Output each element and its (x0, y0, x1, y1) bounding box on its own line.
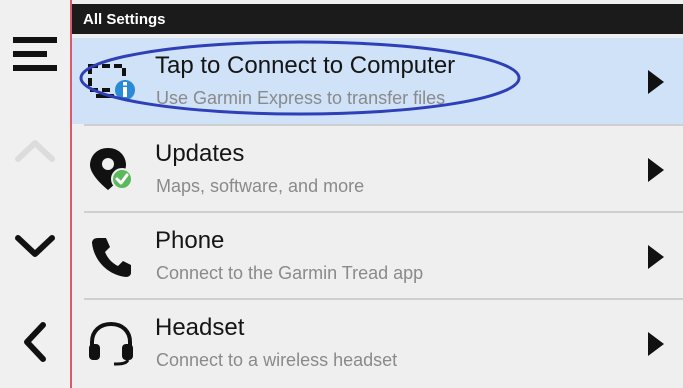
sidebar (0, 0, 70, 388)
settings-item-connect-computer[interactable]: Tap to Connect to Computer Use Garmin Ex… (72, 38, 683, 124)
page-title: All Settings (83, 11, 166, 28)
computer-info-icon (88, 64, 136, 102)
item-title: Tap to Connect to Computer (155, 52, 456, 79)
scroll-up-button[interactable] (0, 110, 70, 190)
item-title: Headset (155, 314, 245, 341)
map-pin-check-icon (90, 148, 133, 190)
chevron-down-icon (15, 235, 55, 257)
settings-item-updates[interactable]: Updates Maps, software, and more (72, 126, 683, 212)
settings-item-headset[interactable]: Headset Connect to a wireless headset (72, 300, 683, 386)
menu-icon (13, 37, 57, 71)
settings-item-phone[interactable]: Phone Connect to the Garmin Tread app (72, 213, 683, 299)
arrow-right-icon (648, 158, 664, 182)
menu-button[interactable] (0, 14, 70, 94)
item-subtitle: Connect to a wireless headset (156, 350, 398, 370)
header-bar: All Settings (72, 4, 683, 34)
back-button[interactable] (0, 302, 70, 382)
item-title: Updates (155, 140, 245, 167)
chevron-left-icon (24, 322, 46, 362)
headset-icon (89, 321, 133, 366)
chevron-up-icon (15, 140, 55, 162)
phone-icon (92, 238, 131, 277)
item-subtitle: Maps, software, and more (156, 176, 365, 196)
item-subtitle: Use Garmin Express to transfer files (156, 88, 446, 108)
item-title: Phone (155, 227, 225, 254)
arrow-right-icon (648, 245, 664, 269)
arrow-right-icon (648, 70, 664, 94)
item-subtitle: Connect to the Garmin Tread app (156, 263, 424, 283)
arrow-right-icon (648, 332, 664, 356)
settings-screen: All Settings Tap to Connect to Computer … (0, 0, 683, 388)
scroll-down-button[interactable] (0, 206, 70, 286)
